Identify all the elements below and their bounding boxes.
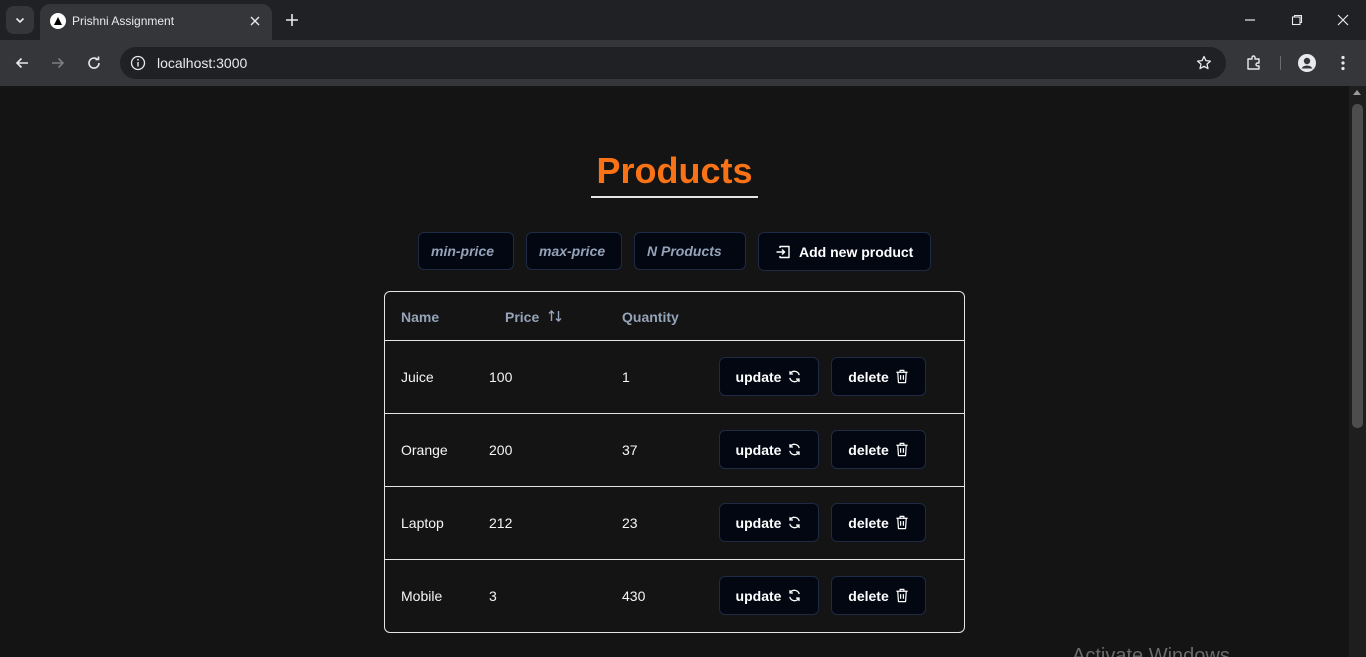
browser-toolbar: localhost:3000: [0, 40, 1366, 86]
trash-icon: [896, 369, 908, 384]
delete-label: delete: [848, 368, 889, 385]
header-name: Name: [401, 309, 440, 325]
minimize-icon[interactable]: [1238, 8, 1262, 32]
update-label: update: [735, 368, 782, 385]
header-quantity: Quantity: [622, 309, 679, 325]
title-underline: [591, 196, 758, 198]
profile-icon[interactable]: [1295, 51, 1319, 75]
update-label: update: [735, 441, 782, 458]
min-price-input[interactable]: [418, 232, 514, 270]
delete-button[interactable]: delete: [831, 357, 926, 396]
trash-icon: [896, 588, 908, 603]
tab-title: Prishni Assignment: [72, 14, 175, 28]
page-scrollbar[interactable]: [1349, 86, 1366, 657]
update-button[interactable]: update: [719, 503, 819, 542]
plus-icon[interactable]: [282, 10, 302, 30]
table-row: Mobile 3 430 update delete: [385, 560, 964, 632]
delete-label: delete: [848, 514, 889, 531]
close-window-icon[interactable]: [1331, 8, 1355, 32]
cell-quantity: 37: [622, 442, 638, 458]
refresh-icon: [789, 443, 801, 456]
update-label: update: [735, 514, 782, 531]
cell-name: Juice: [401, 369, 434, 385]
close-icon[interactable]: [246, 12, 264, 30]
cell-quantity: 430: [622, 588, 646, 604]
max-price-input[interactable]: [526, 232, 622, 270]
cell-name: Orange: [401, 442, 448, 458]
cell-price: 212: [489, 515, 513, 531]
trash-icon: [896, 515, 908, 530]
n-products-input[interactable]: [634, 232, 746, 270]
cell-name: Mobile: [401, 588, 443, 604]
address-bar[interactable]: localhost:3000: [120, 47, 1226, 79]
chevron-down-icon: [15, 17, 25, 24]
star-icon[interactable]: [1194, 53, 1214, 73]
cell-quantity: 1: [622, 369, 630, 385]
table-row: Laptop 212 23 update delete: [385, 487, 964, 560]
add-new-product-label: Add new product: [799, 243, 914, 260]
site-info-icon[interactable]: [128, 53, 148, 73]
delete-label: delete: [848, 441, 889, 458]
update-button[interactable]: update: [719, 357, 819, 396]
page-viewport: Products Add new product Name Price Quan…: [0, 86, 1349, 657]
update-label: update: [735, 587, 782, 604]
sort-arrows-icon[interactable]: [547, 308, 563, 324]
scroll-thumb[interactable]: [1352, 104, 1363, 428]
refresh-icon: [789, 370, 801, 383]
kebab-menu-icon[interactable]: [1331, 51, 1355, 75]
cell-price: 200: [489, 442, 513, 458]
delete-button[interactable]: delete: [831, 430, 926, 469]
delete-button[interactable]: delete: [831, 503, 926, 542]
update-button[interactable]: update: [719, 430, 819, 469]
add-new-product-button[interactable]: Add new product: [758, 232, 931, 271]
cell-name: Laptop: [401, 515, 444, 531]
header-price[interactable]: Price: [505, 309, 539, 325]
forward-arrow-icon[interactable]: [46, 51, 70, 75]
cell-price: 3: [489, 588, 497, 604]
back-arrow-icon[interactable]: [10, 51, 34, 75]
windows-activation-watermark: Activate Windows: [1072, 645, 1230, 657]
update-button[interactable]: update: [719, 576, 819, 615]
scroll-up-arrow-icon[interactable]: [1353, 90, 1361, 95]
browser-tabbar: Prishni Assignment: [0, 0, 1366, 40]
delete-label: delete: [848, 587, 889, 604]
table-row: Orange 200 37 update delete: [385, 414, 964, 487]
reload-icon[interactable]: [82, 51, 106, 75]
restore-icon[interactable]: [1285, 8, 1309, 32]
products-table: Name Price Quantity Juice 100 1 update d…: [384, 291, 965, 633]
tab-list-button[interactable]: [6, 6, 34, 34]
refresh-icon: [789, 589, 801, 602]
cell-price: 100: [489, 369, 513, 385]
extensions-icon[interactable]: [1242, 51, 1266, 75]
refresh-icon: [789, 516, 801, 529]
url-text: localhost:3000: [157, 55, 248, 71]
trash-icon: [896, 442, 908, 457]
page-title: Products: [596, 150, 753, 191]
cell-quantity: 23: [622, 515, 638, 531]
toolbar-separator: [1280, 56, 1281, 70]
table-header: Name Price Quantity: [385, 292, 964, 341]
table-row: Juice 100 1 update delete: [385, 341, 964, 414]
import-icon: [776, 245, 790, 258]
delete-button[interactable]: delete: [831, 576, 926, 615]
nextjs-favicon-icon: [50, 13, 66, 29]
browser-tab[interactable]: Prishni Assignment: [40, 4, 272, 40]
